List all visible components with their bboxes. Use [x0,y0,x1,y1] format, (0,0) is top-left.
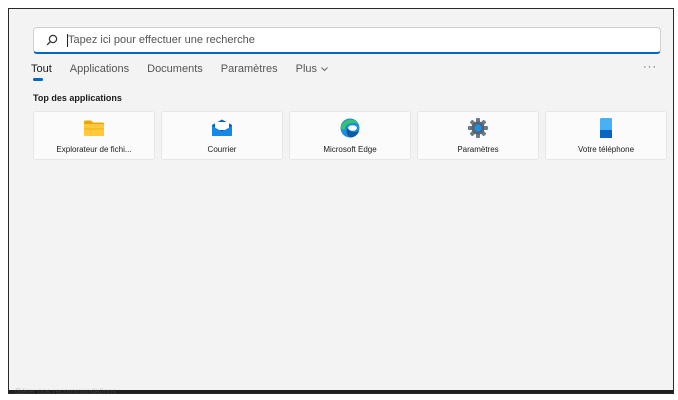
search-input[interactable] [68,30,628,50]
tab-more-label: Plus [295,63,318,75]
mail-icon [210,116,234,140]
app-label: Votre téléphone [577,145,635,154]
tab-documents-label: Documents [147,63,203,75]
tab-all[interactable]: Tout [31,62,52,81]
more-options-button[interactable]: ··· [643,61,657,73]
tab-applications-label: Applications [69,63,130,75]
edge-icon [338,116,362,140]
tab-settings[interactable]: Paramètres [221,62,278,80]
phone-icon [594,116,618,140]
tab-applications[interactable]: Applications [70,62,129,80]
tab-documents[interactable]: Documents [147,62,203,80]
search-icon [42,30,62,50]
search-box[interactable] [33,27,661,54]
top-apps-title: Top des applications [33,93,122,103]
app-tile-settings[interactable]: Paramètres [417,111,539,160]
app-label: Paramètres [457,145,499,154]
tab-settings-label: Paramètres [220,63,278,75]
app-label: Courrier [207,145,237,154]
recommendations-hint[interactable]: Gérer nos recommandations [15,387,116,396]
app-tile-mail[interactable]: Courrier [161,111,283,160]
app-label: Explorateur de fichi... [56,145,132,154]
top-apps-list: Explorateur de fichi... Courrier Microso… [33,111,667,160]
settings-gear-icon [466,116,490,140]
app-tile-your-phone[interactable]: Votre téléphone [545,111,667,160]
tab-all-label: Tout [31,63,52,75]
app-tile-file-explorer[interactable]: Explorateur de fichi... [33,111,155,160]
app-tile-microsoft-edge[interactable]: Microsoft Edge [289,111,411,160]
tab-more[interactable]: Plus [296,62,328,80]
folder-icon [82,116,106,140]
chevron-down-icon [321,62,328,72]
search-filter-tabs: Tout Applications Documents Paramètres P… [31,61,346,81]
search-panel: Tout Applications Documents Paramètres P… [8,8,674,396]
app-label: Microsoft Edge [323,145,377,154]
